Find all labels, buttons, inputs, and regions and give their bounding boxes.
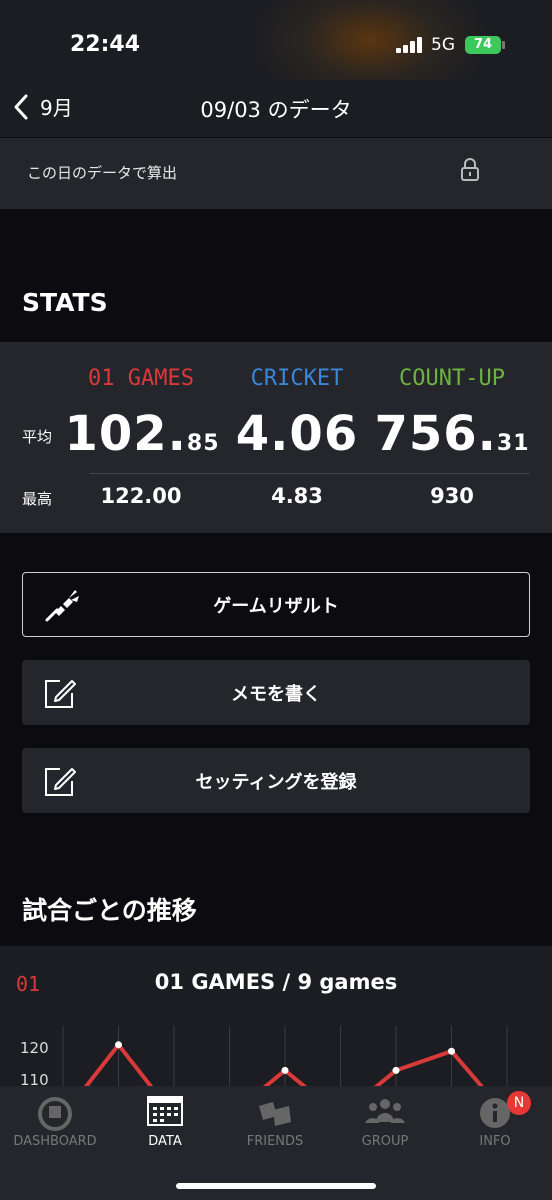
avg-countup-dec: 31 bbox=[496, 431, 530, 456]
edit-icon bbox=[45, 768, 76, 796]
series-line-segment bbox=[116, 1043, 154, 1086]
best-01: 122.00 bbox=[100, 484, 182, 508]
tab-label: DASHBOARD bbox=[13, 1134, 97, 1149]
trend-chart-panel: 01 01 GAMES / 9 games 120 110 bbox=[0, 946, 552, 1086]
game-name-cricket: CRICKET bbox=[250, 366, 344, 391]
network-type: 5G bbox=[431, 35, 455, 55]
register-setting-button[interactable]: セッティングを登録 bbox=[22, 748, 530, 813]
status-bar: 22:44 5G 74 bbox=[0, 0, 552, 80]
stats-divider bbox=[90, 473, 530, 474]
nav-header: 9月 09/03 のデータ bbox=[0, 80, 552, 137]
write-memo-label: メモを書く bbox=[231, 683, 321, 705]
game-name-countup: COUNT-UP bbox=[399, 366, 505, 391]
home-indicator bbox=[176, 1183, 376, 1189]
edit-icon bbox=[45, 680, 76, 708]
tab-label: INFO bbox=[479, 1134, 511, 1149]
avg-cricket-int: 4.06 bbox=[235, 406, 359, 462]
avg-01-int: 102. bbox=[64, 406, 187, 462]
series-line-segment bbox=[449, 1049, 484, 1086]
tab-label: GROUP bbox=[361, 1134, 409, 1149]
page-title: 09/03 のデータ bbox=[200, 98, 352, 122]
best-label: 最高 bbox=[22, 490, 53, 508]
tab-info[interactable]: INFO bbox=[440, 1086, 550, 1166]
avg-countup-int: 756. bbox=[374, 406, 497, 462]
data-point bbox=[281, 1066, 289, 1074]
data-point bbox=[448, 1047, 455, 1055]
group-icon bbox=[365, 1099, 405, 1123]
series-line-segment bbox=[262, 1068, 287, 1086]
avg-01: 102.85 bbox=[52, 406, 232, 462]
series-line-segment bbox=[83, 1043, 121, 1086]
tab-group[interactable]: GROUP bbox=[330, 1086, 440, 1166]
series-line-segment bbox=[395, 1049, 453, 1073]
tab-dashboard[interactable]: DASHBOARD bbox=[0, 1086, 110, 1166]
series-line-segment bbox=[283, 1068, 308, 1086]
game-result-button[interactable]: ゲームリザルト bbox=[22, 572, 530, 637]
battery-tip bbox=[502, 41, 505, 49]
line-chart bbox=[62, 1026, 508, 1086]
status-time: 22:44 bbox=[70, 32, 141, 57]
dart-icon bbox=[45, 590, 79, 622]
register-setting-label: セッティングを登録 bbox=[195, 771, 357, 793]
avg-cricket: 4.06 bbox=[207, 406, 387, 462]
data-point bbox=[115, 1041, 122, 1049]
tab-friends[interactable]: FRIENDS bbox=[220, 1086, 330, 1166]
notification-badge: N bbox=[507, 1091, 531, 1115]
game-result-label: ゲームリザルト bbox=[213, 595, 339, 617]
avg-label: 平均 bbox=[22, 428, 53, 446]
game-name-01: 01 GAMES bbox=[88, 366, 194, 391]
dashboard-icon bbox=[38, 1097, 72, 1131]
avg-countup: 756.31 bbox=[362, 406, 542, 462]
data-point bbox=[392, 1066, 400, 1074]
tab-data[interactable]: DATA bbox=[110, 1086, 220, 1166]
best-countup: 930 bbox=[430, 484, 474, 508]
write-memo-button[interactable]: メモを書く bbox=[22, 660, 530, 725]
tab-label: FRIENDS bbox=[246, 1134, 304, 1149]
stats-heading: STATS bbox=[22, 288, 108, 317]
friends-icon bbox=[259, 1102, 291, 1126]
data-icon bbox=[147, 1096, 183, 1126]
trend-heading: 試合ごとの推移 bbox=[22, 896, 197, 925]
best-cricket: 4.83 bbox=[271, 484, 323, 508]
lock-icon[interactable] bbox=[460, 158, 480, 182]
stats-panel: 01 GAMES CRICKET COUNT-UP 平均 102.85 4.06… bbox=[0, 342, 552, 533]
tab-label: DATA bbox=[148, 1134, 182, 1149]
battery-icon: 74 bbox=[465, 36, 501, 54]
signal-icon bbox=[396, 37, 422, 53]
series-line-segment bbox=[373, 1068, 398, 1086]
calc-scope-label: この日のデータで算出 bbox=[27, 164, 178, 182]
